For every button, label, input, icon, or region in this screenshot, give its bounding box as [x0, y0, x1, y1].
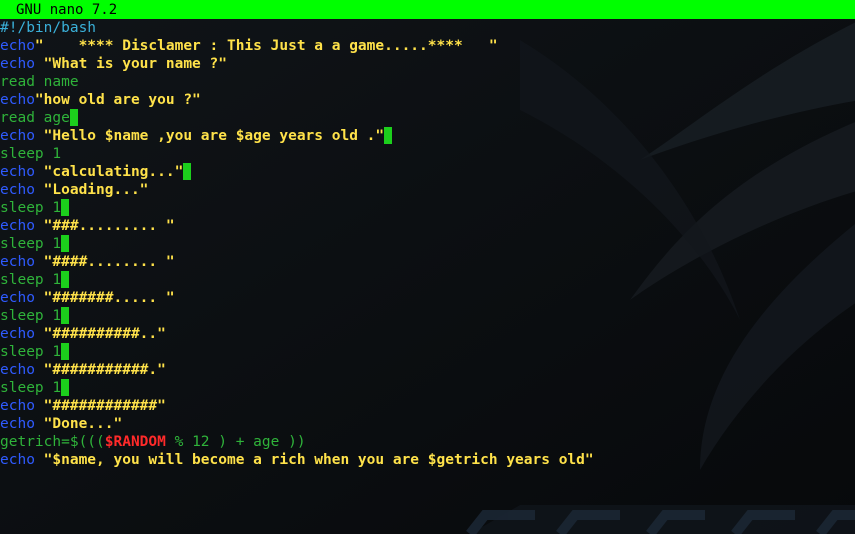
code-line[interactable]: sleep 1: [0, 145, 855, 163]
code-line[interactable]: #!/bin/bash: [0, 19, 855, 37]
code-token: "##########..": [34, 326, 166, 342]
code-token: "$name, you will become a rich when you …: [34, 452, 594, 468]
code-line[interactable]: read name: [0, 73, 855, 91]
code-line[interactable]: sleep 1: [0, 235, 855, 253]
code-token: echo: [0, 326, 35, 342]
code-line[interactable]: sleep 1: [0, 379, 855, 397]
code-line[interactable]: sleep 1: [0, 343, 855, 361]
code-line[interactable]: echo "Done...": [0, 415, 855, 433]
code-line[interactable]: echo" **** Disclamer : This Just a a gam…: [0, 37, 855, 55]
trailing-whitespace-marker: [183, 163, 192, 180]
code-line[interactable]: getrich=$((($RANDOM % 12 ) + age )): [0, 433, 855, 451]
code-token: sleep 1: [0, 200, 62, 216]
code-token: "####........ ": [34, 254, 175, 270]
trailing-whitespace-marker: [61, 343, 70, 360]
code-token: "###########.": [34, 362, 166, 378]
code-token: echo: [0, 128, 35, 144]
code-token: read age: [0, 110, 70, 126]
code-line[interactable]: echo "####........ ": [0, 253, 855, 271]
code-line[interactable]: sleep 1: [0, 271, 855, 289]
code-token: "Loading...": [34, 182, 149, 198]
trailing-whitespace-marker: [61, 307, 70, 324]
code-token: echo: [0, 254, 35, 270]
code-token: echo: [0, 92, 35, 108]
code-token: "What is your name ?": [34, 56, 227, 72]
code-token: echo: [0, 452, 35, 468]
trailing-whitespace-marker: [69, 109, 78, 126]
code-token: echo: [0, 290, 35, 306]
code-token: "Hello $name ,you are $age years old .": [34, 128, 385, 144]
code-token: sleep 1: [0, 344, 62, 360]
code-token: $RANDOM: [104, 434, 166, 450]
code-line[interactable]: echo "###########.": [0, 361, 855, 379]
editor-buffer[interactable]: #!/bin/bash echo" **** Disclamer : This J…: [0, 19, 855, 469]
code-token: "how old are you ?": [34, 92, 201, 108]
code-line[interactable]: echo "calculating...": [0, 163, 855, 181]
code-line[interactable]: echo "Loading...": [0, 181, 855, 199]
nano-version-title: GNU nano 7.2: [16, 2, 118, 18]
code-token: echo: [0, 416, 35, 432]
code-token: " **** Disclamer : This Just a a game...…: [34, 38, 498, 54]
code-token: getrich=$(((: [0, 434, 105, 450]
code-token: echo: [0, 56, 35, 72]
code-token: sleep 1: [0, 272, 62, 288]
code-token: "###......... ": [34, 218, 175, 234]
code-token: "Done...": [34, 416, 123, 432]
code-token: "############": [34, 398, 166, 414]
code-line[interactable]: echo "#######..... ": [0, 289, 855, 307]
code-line[interactable]: echo "############": [0, 397, 855, 415]
code-token: sleep 1: [0, 380, 62, 396]
code-line[interactable]: echo "###......... ": [0, 217, 855, 235]
code-line[interactable]: echo "$name, you will become a rich when…: [0, 451, 855, 469]
code-token: sleep 1: [0, 308, 62, 324]
code-line[interactable]: echo "Hello $name ,you are $age years ol…: [0, 127, 855, 145]
code-token: echo: [0, 164, 35, 180]
code-token: "calculating...": [34, 164, 184, 180]
code-token: echo: [0, 398, 35, 414]
code-token: echo: [0, 362, 35, 378]
nano-titlebar: GNU nano 7.2: [0, 0, 855, 19]
trailing-whitespace-marker: [61, 271, 70, 288]
trailing-whitespace-marker: [61, 235, 70, 252]
code-line[interactable]: read age: [0, 109, 855, 127]
code-token: read name: [0, 74, 79, 90]
code-token: % 12 ) + age )): [165, 434, 306, 450]
code-token: sleep 1: [0, 236, 62, 252]
code-token: echo: [0, 182, 35, 198]
code-token: echo: [0, 38, 35, 54]
code-line[interactable]: echo "What is your name ?": [0, 55, 855, 73]
code-token: sleep 1: [0, 146, 62, 162]
code-token: #!/bin/bash: [0, 20, 97, 36]
code-line[interactable]: sleep 1: [0, 307, 855, 325]
code-token: "#######..... ": [34, 290, 175, 306]
code-line[interactable]: echo "##########..": [0, 325, 855, 343]
code-line[interactable]: echo"how old are you ?": [0, 91, 855, 109]
trailing-whitespace-marker: [384, 127, 393, 144]
trailing-whitespace-marker: [61, 199, 70, 216]
code-token: echo: [0, 218, 35, 234]
trailing-whitespace-marker: [61, 379, 70, 396]
code-line[interactable]: sleep 1: [0, 199, 855, 217]
